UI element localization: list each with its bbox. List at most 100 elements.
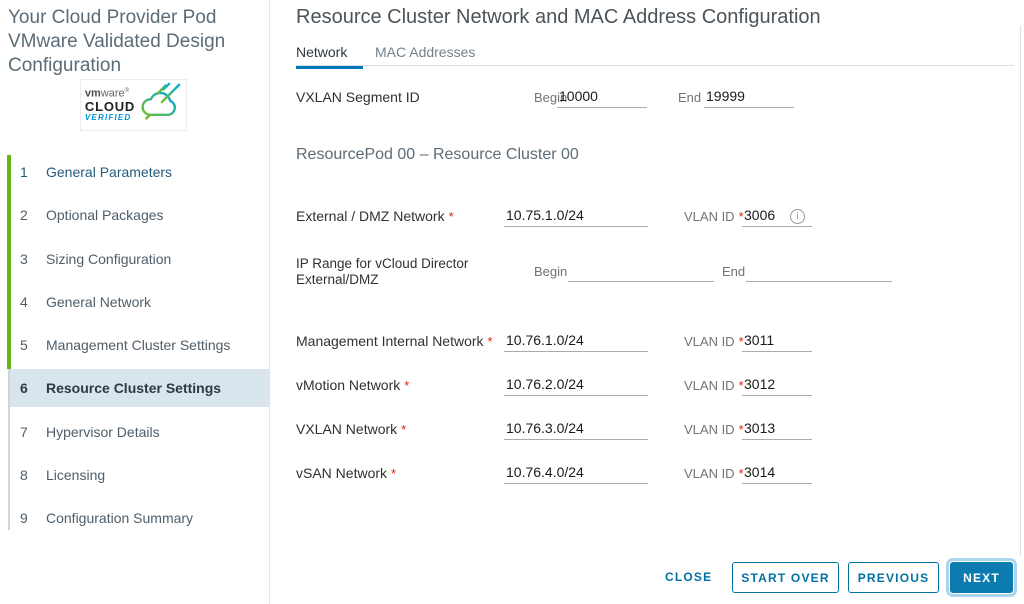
next-button[interactable]: NEXT [950,562,1013,593]
close-button[interactable]: CLOSE [665,570,712,584]
previous-button[interactable]: PREVIOUS [848,562,939,593]
label-text: VLAN ID [684,209,735,224]
logo-cloud-word: CLOUD [84,99,136,115]
sidebar-item-management-cluster-settings[interactable]: 5 Management Cluster Settings [10,326,270,364]
info-icon[interactable]: i [790,209,805,224]
scrollbar-track[interactable] [1020,26,1021,556]
ip-range-begin-label: Begin [534,264,568,279]
info-glyph: i [796,211,799,222]
sidebar-item-general-parameters[interactable]: 1 General Parameters [10,153,270,191]
vsan-network-label: vSAN Network * [296,465,396,481]
logo-brand-rest: ware [100,87,125,100]
vsan-network-input[interactable] [504,462,648,484]
step-number: 3 [20,251,28,267]
vmotion-network-row: vMotion Network* VLAN ID* [296,374,1010,401]
step-number: 8 [20,467,28,483]
step-label: Configuration Summary [46,510,194,526]
logo-registered-mark: ® [124,87,130,94]
vlan-id-label: VLAN ID * [684,466,744,481]
label-text: VLAN ID [684,466,735,481]
sidebar-item-optional-packages[interactable]: 2 Optional Packages [10,196,270,234]
label-line2: External/DMZ [296,272,379,287]
vmotion-vlan-input[interactable] [742,374,812,396]
logo-text: vmware® CLOUD VERIFIED [85,88,135,122]
wizard-sidebar: Your Cloud Provider Pod VMware Validated… [0,0,270,604]
required-asterisk: * [401,422,407,437]
step-number: 9 [20,510,28,526]
step-number: 7 [20,424,28,440]
vlan-id-label: VLAN ID * [684,334,744,349]
step-label: Management Cluster Settings [46,337,231,353]
ip-range-end-label: End [722,264,746,279]
step-label: General Network [46,294,152,310]
tab-network[interactable]: Network [296,44,364,69]
ip-range-label: IP Range for vCloud Director External/DMZ [296,256,481,288]
management-internal-vlan-input[interactable] [742,330,812,352]
external-dmz-network-input[interactable] [504,205,648,227]
vxlan-network-label: VXLAN Network * [296,421,406,437]
start-over-button[interactable]: START OVER [732,562,839,593]
external-dmz-network-row: External / DMZ Network* VLAN ID* i [296,205,1010,232]
step-label: Hypervisor Details [46,424,160,440]
ip-range-end-input[interactable] [746,260,892,282]
vlan-id-label: VLAN ID * [684,378,744,393]
step-label: Optional Packages [46,207,164,223]
logo-verified-word: VERIFIED [84,112,132,122]
sidebar-item-hypervisor-details[interactable]: 7 Hypervisor Details [10,413,270,451]
vmware-cloud-verified-logo: vmware® CLOUD VERIFIED [80,79,187,131]
label-text: VLAN ID [684,334,735,349]
sidebar-item-resource-cluster-settings[interactable]: 6 Resource Cluster Settings [10,369,270,407]
vxlan-vlan-input[interactable] [742,418,812,440]
step-number: 2 [20,207,28,223]
required-asterisk: * [487,334,493,349]
vlan-id-label: VLAN ID * [684,209,744,224]
vmotion-network-input[interactable] [504,374,648,396]
external-dmz-network-label: External / DMZ Network * [296,208,454,224]
step-label: Sizing Configuration [46,251,172,267]
tab-mac-addresses[interactable]: MAC Addresses [375,44,475,66]
ip-range-begin-input[interactable] [568,260,714,282]
segment-begin-input[interactable] [557,86,647,108]
step-number: 5 [20,337,28,353]
logo-brand-bold: vm [84,87,101,100]
sidebar-item-licensing[interactable]: 8 Licensing [10,456,270,494]
vxlan-segment-id-label: VXLAN Segment ID [296,89,420,105]
vsan-vlan-input[interactable] [742,462,812,484]
required-asterisk: * [391,466,397,481]
resource-pod-section-title: ResourcePod 00 – Resource Cluster 00 [296,146,579,163]
step-number: 6 [20,380,28,396]
management-internal-network-label: Management Internal Network * [296,333,493,349]
sidebar-item-general-network[interactable]: 4 General Network [10,283,270,321]
label-text: vMotion Network [296,377,401,393]
wizard-main-panel: Resource Cluster Network and MAC Address… [271,0,1024,604]
label-line1: IP Range for vCloud Director [296,256,469,271]
label-text: Management Internal Network [296,333,484,349]
wizard-title: Your Cloud Provider Pod VMware Validated… [8,7,226,76]
label-text: VXLAN Network [296,421,398,437]
step-number: 1 [20,164,28,180]
cloud-provider-pod-wizard: Your Cloud Provider Pod VMware Validated… [0,0,1024,604]
page-title: Resource Cluster Network and MAC Address… [296,6,821,28]
step-label: General Parameters [46,164,173,180]
label-text: VLAN ID [684,422,735,437]
step-label: Licensing [46,467,106,483]
cloud-verified-icon [138,82,182,129]
vxlan-network-input[interactable] [504,418,648,440]
label-text: VLAN ID [684,378,735,393]
vxlan-segment-id-row: VXLAN Segment ID Begin End [296,86,1010,113]
management-internal-network-input[interactable] [504,330,648,352]
vsan-network-row: vSAN Network* VLAN ID* [296,462,1010,489]
sidebar-item-sizing-configuration[interactable]: 3 Sizing Configuration [10,240,270,278]
management-internal-network-row: Management Internal Network* VLAN ID* [296,330,1010,357]
step-number: 4 [20,294,28,310]
ip-range-vcloud-row: IP Range for vCloud Director External/DMZ… [296,256,1010,296]
label-text: External / DMZ Network [296,208,445,224]
vlan-id-label: VLAN ID * [684,422,744,437]
required-asterisk: * [404,378,410,393]
label-text: vSAN Network [296,465,388,481]
vxlan-network-row: VXLAN Network* VLAN ID* [296,418,1010,445]
step-label: Resource Cluster Settings [46,380,222,396]
sidebar-item-configuration-summary[interactable]: 9 Configuration Summary [10,499,270,537]
segment-end-label: End [678,90,702,105]
segment-end-input[interactable] [704,86,794,108]
